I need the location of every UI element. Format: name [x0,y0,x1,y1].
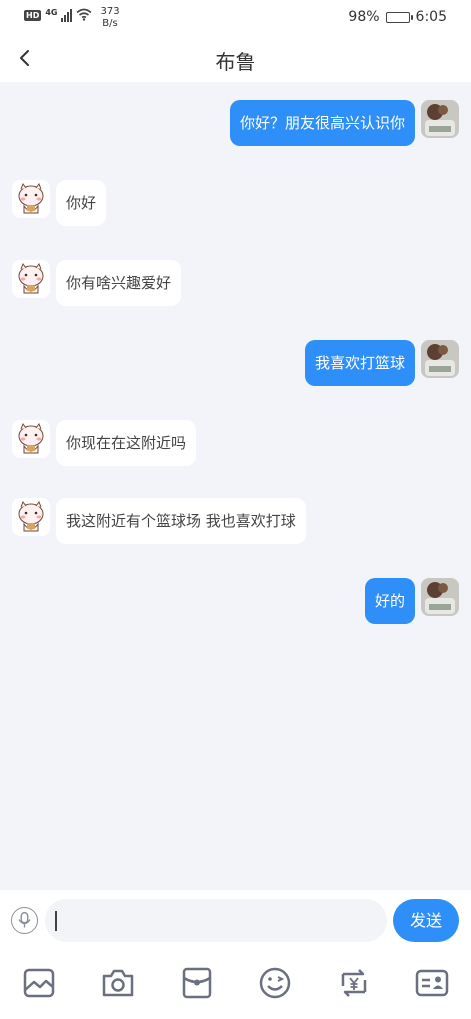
transfer-icon[interactable] [337,966,371,1000]
outgoing-bubble[interactable]: 我喜欢打篮球 [304,340,415,386]
chat-header: 布鲁 [0,36,471,82]
message-input[interactable] [45,899,387,942]
network-type: 4G [45,8,58,17]
outgoing-bubble[interactable]: 好的 [364,578,415,624]
battery-icon [385,11,413,23]
send-button[interactable]: 发送 [393,899,459,942]
message-item: 你现在在这附近吗 [12,420,197,466]
microphone-icon[interactable] [11,907,38,934]
message-item: 好的 [364,578,459,624]
incoming-bubble[interactable]: 我这附近有个篮球场 我也喜欢打球 [56,498,306,544]
wifi-icon [76,8,93,21]
contact-avatar[interactable] [12,498,50,536]
incoming-bubble[interactable]: 你好 [56,180,107,226]
signal-icon [61,8,73,22]
contact-avatar[interactable] [12,260,50,298]
attachment-toolbar [0,950,471,1019]
text-caret [55,911,57,931]
incoming-bubble[interactable]: 你有啥兴趣爱好 [56,260,182,306]
page-title: 布鲁 [215,50,256,74]
message-item: 你好？朋友很高兴认识你 [229,100,459,146]
my-avatar[interactable] [421,578,459,616]
red-packet-icon[interactable] [180,966,214,1000]
network-speed: 373 B/s [100,6,119,30]
contact-avatar[interactable] [12,420,50,458]
message-item: 我喜欢打篮球 [304,340,459,386]
composer-bar: 发送 [0,890,471,950]
message-item: 我这附近有个篮球场 我也喜欢打球 [12,498,306,544]
emoji-icon[interactable] [258,966,292,1000]
image-icon[interactable] [22,966,56,1000]
contact-avatar[interactable] [12,180,50,218]
network-speed-unit: B/s [102,18,118,29]
battery-percent: 98% [348,9,380,25]
message-item: 你好 [12,180,107,226]
camera-icon[interactable] [101,966,135,1000]
incoming-bubble[interactable]: 你现在在这附近吗 [56,420,197,466]
contact-card-icon[interactable] [415,966,449,1000]
my-avatar[interactable] [421,340,459,378]
hd-badge: HD [24,10,42,21]
my-avatar[interactable] [421,100,459,138]
outgoing-bubble[interactable]: 你好？朋友很高兴认识你 [229,100,415,146]
message-list[interactable]: 你好？朋友很高兴认识你 你好 你有啥兴趣爱好 我喜欢打篮球 你现在在这附近吗 我… [0,82,471,890]
message-item: 你有啥兴趣爱好 [12,260,182,306]
clock: 6:05 [415,9,447,25]
network-speed-value: 373 [100,6,120,17]
status-bar: HD 4G 373 B/s 98% 6:05 [0,0,471,36]
